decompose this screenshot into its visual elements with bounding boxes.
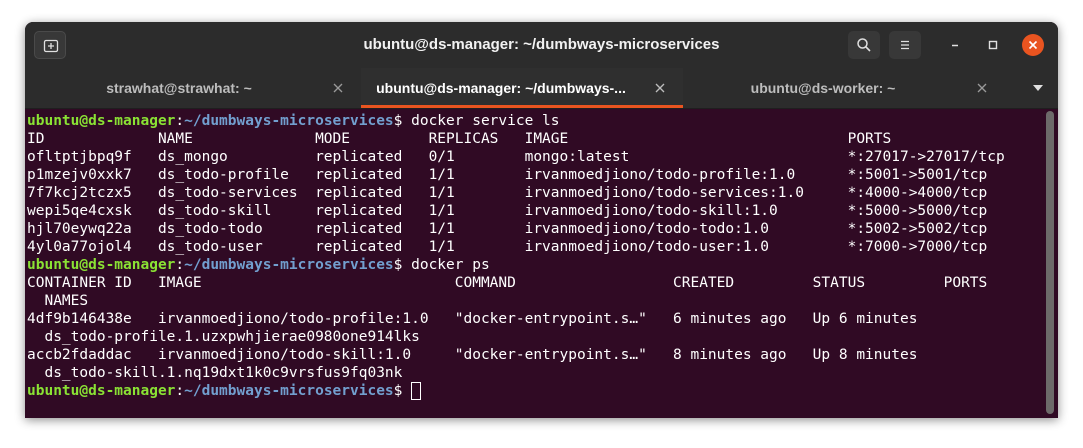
maximize-button[interactable]: [982, 34, 1004, 56]
new-tab-icon: [43, 39, 59, 53]
window-title: ubuntu@ds-manager: ~/dumbways-microservi…: [363, 36, 720, 53]
output-line: NAMES: [27, 293, 89, 309]
output-line: CONTAINER ID IMAGE COMMAND CREATED STATU…: [27, 275, 988, 291]
minimize-button[interactable]: [944, 34, 966, 56]
prompt-user: ubuntu@ds-manager: [27, 383, 176, 399]
prompt-line: ubuntu@ds-manager:~/dumbways-microservic…: [27, 382, 1005, 400]
new-tab-button[interactable]: [34, 31, 66, 59]
menu-button[interactable]: [889, 31, 921, 59]
prompt-user: ubuntu@ds-manager: [27, 113, 176, 129]
close-button[interactable]: [1022, 34, 1044, 56]
command-text: $ docker service ls: [393, 113, 560, 129]
prompt-path: ~/dumbways-microservices: [184, 383, 394, 399]
tab-label: ubuntu@ds-manager: ~/dumbways-...: [376, 80, 626, 96]
output-line: 7f7kcj2tczx5 ds_todo-services replicated…: [27, 185, 988, 201]
prompt-separator: :: [175, 383, 185, 399]
prompt-separator: :: [175, 113, 185, 129]
output-line: hjl70eywq22a ds_todo-todo replicated 1/1…: [27, 221, 988, 237]
tab-strawhat[interactable]: strawhat@strawhat: ~: [39, 68, 361, 108]
prompt-separator: :: [175, 257, 185, 273]
terminal-lines: ubuntu@ds-manager:~/dumbways-microservic…: [27, 112, 1005, 400]
output-line: ds_todo-profile.1.uzxpwhjierae0980one914…: [27, 329, 420, 345]
prompt-path: ~/dumbways-microservices: [184, 257, 394, 273]
maximize-icon: [988, 40, 998, 50]
command-text: $: [393, 383, 412, 399]
prompt-path: ~/dumbways-microservices: [184, 113, 394, 129]
search-button[interactable]: [848, 31, 880, 59]
tab-ds-manager[interactable]: ubuntu@ds-manager: ~/dumbways-...: [361, 68, 683, 108]
minimize-icon: [952, 44, 958, 47]
prompt-line: ubuntu@ds-manager:~/dumbways-microservic…: [27, 256, 1005, 274]
output-line: accb2fdaddac irvanmoedjiono/todo-skill:1…: [27, 347, 918, 363]
output-line: 4yl0a77ojol4 ds_todo-user replicated 1/1…: [27, 239, 988, 255]
output-line: p1mzejv0xxk7 ds_todo-profile replicated …: [27, 167, 988, 183]
search-icon: [857, 38, 871, 52]
terminal-window: ubuntu@ds-manager: ~/dumbways-microservi…: [25, 22, 1058, 418]
prompt-line: ubuntu@ds-manager:~/dumbways-microservic…: [27, 112, 1005, 130]
close-icon: [1028, 40, 1038, 50]
output-line: ofltptjbpq9f ds_mongo replicated 0/1 mon…: [27, 149, 1005, 165]
scrollbar[interactable]: [1046, 111, 1054, 414]
output-line: 4df9b146438e irvanmoedjiono/todo-profile…: [27, 311, 918, 327]
terminal-output[interactable]: ubuntu@ds-manager:~/dumbways-microservic…: [25, 109, 1058, 418]
output-line: ds_todo-skill.1.nq19dxt1k0c9vrsfus9fq03n…: [27, 365, 403, 381]
tab-bar: strawhat@strawhat: ~ ubuntu@ds-manager: …: [25, 68, 1058, 109]
command-text: $ docker ps: [393, 257, 490, 273]
text-cursor: [411, 382, 422, 400]
tab-close-icon[interactable]: [331, 81, 345, 95]
tab-close-icon[interactable]: [975, 81, 989, 95]
tab-ds-worker[interactable]: ubuntu@ds-worker: ~: [683, 68, 1005, 108]
title-bar: ubuntu@ds-manager: ~/dumbways-microservi…: [25, 22, 1058, 68]
output-line: wepi5qe4cxsk ds_todo-skill replicated 1/…: [27, 203, 988, 219]
tab-label: ubuntu@ds-worker: ~: [750, 80, 896, 96]
tab-close-icon[interactable]: [653, 81, 667, 95]
tab-label: strawhat@strawhat: ~: [106, 80, 252, 96]
output-line: ID NAME MODE REPLICAS IMAGE PORTS: [27, 131, 892, 147]
prompt-user: ubuntu@ds-manager: [27, 257, 176, 273]
hamburger-menu-icon: [901, 40, 909, 50]
tab-list-dropdown-icon[interactable]: [1032, 84, 1044, 92]
